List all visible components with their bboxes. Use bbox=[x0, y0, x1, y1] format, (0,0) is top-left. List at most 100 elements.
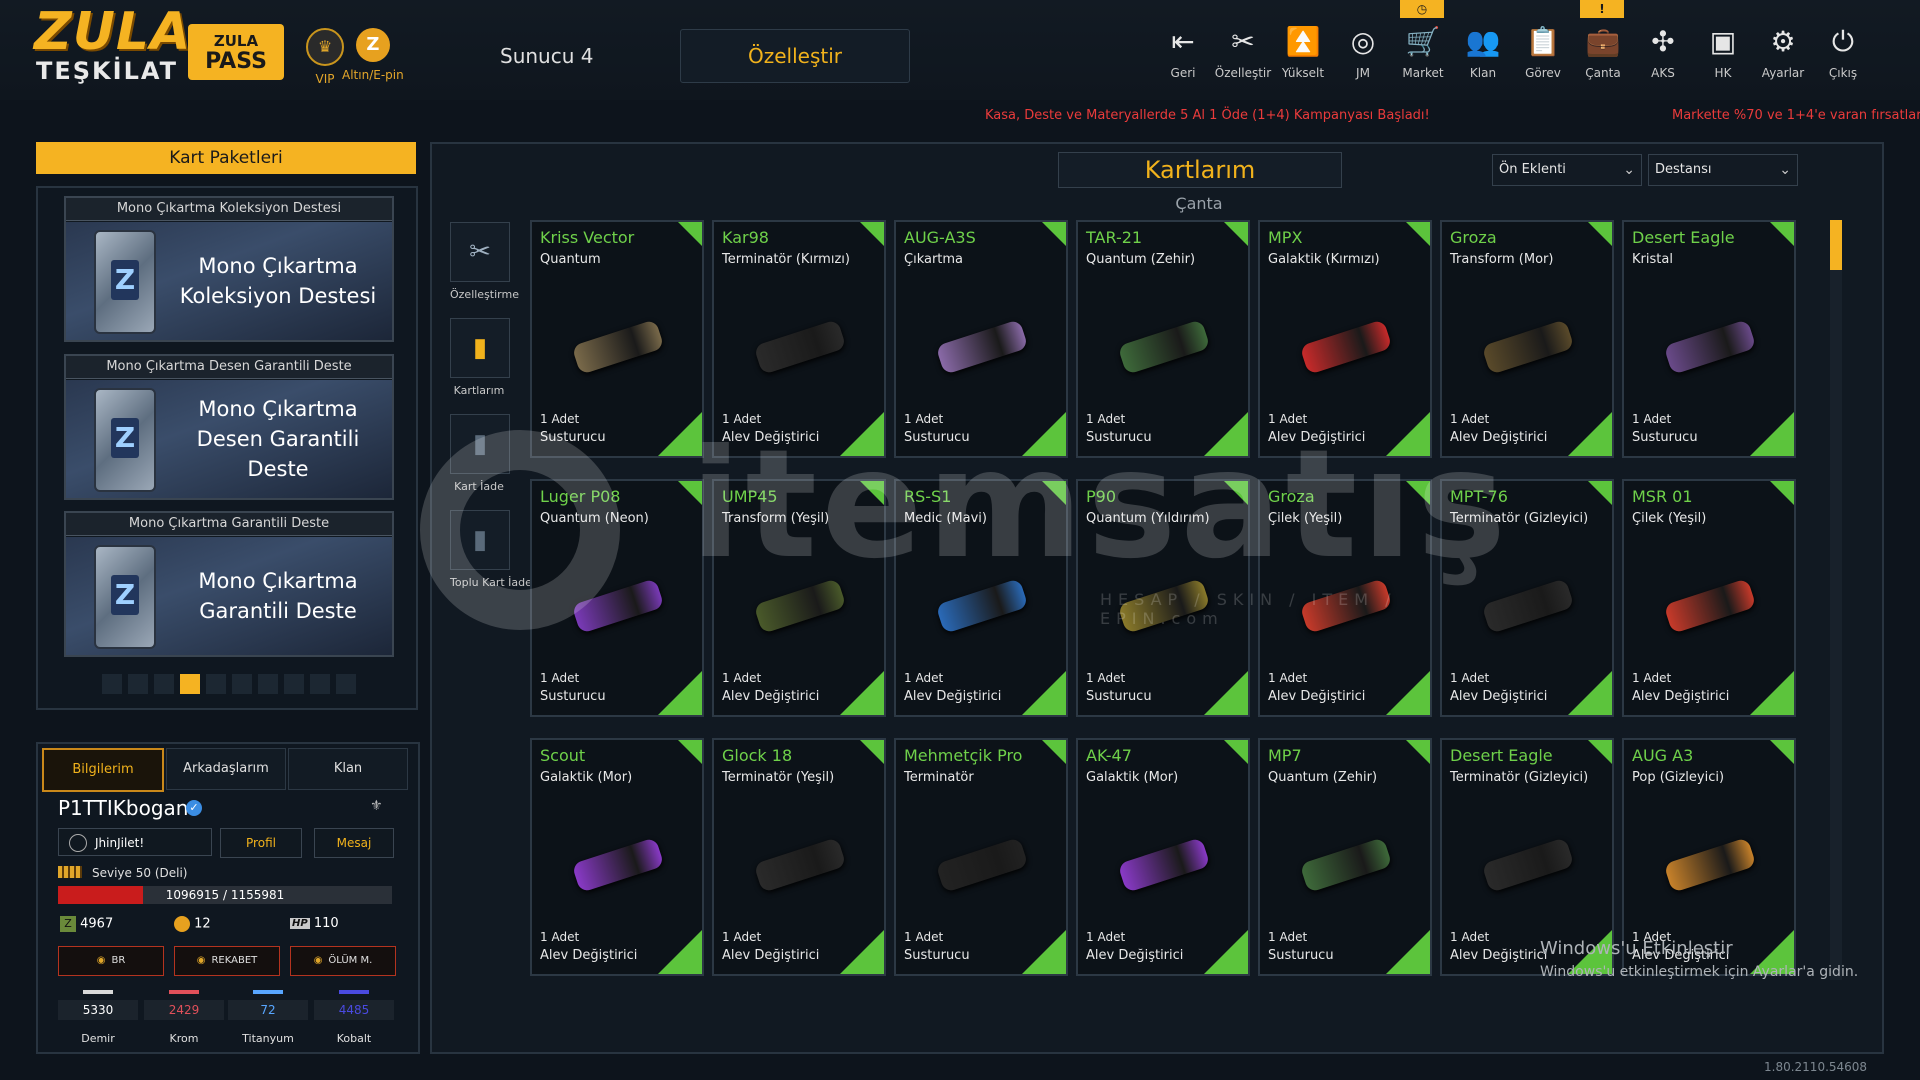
profile-button[interactable]: Profil bbox=[220, 828, 302, 858]
nav-upgrade-button[interactable]: ⏫ Yükselt bbox=[1274, 24, 1332, 80]
attachment-icon bbox=[935, 319, 1029, 375]
pager-dot[interactable] bbox=[102, 674, 122, 694]
pager-dot[interactable] bbox=[284, 674, 304, 694]
status-field[interactable]: JhinJilet! bbox=[58, 828, 212, 856]
skin-card[interactable]: Scout Galaktik (Mor) 1 Adet Alev Değiştiric… bbox=[530, 738, 704, 976]
nav-power-button[interactable]: ⏻ Çıkış bbox=[1814, 24, 1872, 80]
skin-card[interactable]: MSR 01 Çilek (Yeşil) 1 Adet Alev Değiştiric… bbox=[1622, 479, 1796, 717]
hp-currency: HP 110 bbox=[290, 916, 339, 931]
nav-label: AKS bbox=[1651, 66, 1675, 80]
side-customize-button[interactable]: ✂ Özelleştirme bbox=[450, 222, 519, 301]
material-color-bar bbox=[339, 990, 369, 994]
top-bar bbox=[0, 0, 1920, 100]
pager-dot[interactable] bbox=[258, 674, 278, 694]
nav-tools-button[interactable]: ✂ Özelleştir bbox=[1214, 24, 1272, 80]
sort-dropdown[interactable]: Ön Eklenti ⌄ bbox=[1492, 154, 1642, 186]
card-attachment-type: Susturucu bbox=[540, 689, 606, 704]
material-name: Demir bbox=[81, 1032, 115, 1045]
vip-button[interactable]: ♛ VIP bbox=[306, 28, 344, 86]
card-corner-bottom bbox=[1022, 671, 1066, 715]
skin-card[interactable]: Mehmetçik Pro Terminatör 1 Adet Susturucu bbox=[894, 738, 1068, 976]
card-corner-bottom bbox=[1750, 412, 1794, 456]
card-skin-name: Quantum (Zehir) bbox=[1086, 252, 1196, 267]
nav-label: Klan bbox=[1469, 66, 1497, 80]
pager-dot[interactable] bbox=[310, 674, 330, 694]
tab-arkadaslarim[interactable]: Arkadaşlarım bbox=[166, 748, 286, 790]
gear-icon: ⚙ bbox=[1770, 25, 1796, 58]
nav-coins-button[interactable]: ◎ JM bbox=[1334, 24, 1392, 80]
skin-card[interactable]: AK-47 Galaktik (Mor) 1 Adet Alev Değiştiric… bbox=[1076, 738, 1250, 976]
windows-activation-text: Windows'u etkinleştirmek için Ayarlar'a … bbox=[1540, 964, 1859, 980]
page-subtitle: Çanta bbox=[1175, 194, 1223, 213]
ticker-message-2: Markette %70 ve 1+4'e varan fırsatlar b bbox=[1672, 108, 1920, 123]
card-weapon-name: Kriss Vector bbox=[540, 228, 635, 247]
scrollbar-thumb[interactable] bbox=[1830, 220, 1842, 270]
pager-dot[interactable] bbox=[206, 674, 226, 694]
card-attachment-type: Alev Değiştirici bbox=[1632, 689, 1730, 704]
hp-icon: HP bbox=[290, 918, 310, 929]
skin-card[interactable]: MP7 Quantum (Zehir) 1 Adet Susturucu bbox=[1258, 738, 1432, 976]
mode-button[interactable]: ◉ REKABET bbox=[174, 946, 280, 976]
level-icon bbox=[58, 866, 82, 878]
deck-card[interactable]: Mono Çıkartma Koleksiyon Destesi Z Mono Çı… bbox=[64, 196, 394, 342]
server-label: Sunucu 4 bbox=[500, 44, 594, 68]
card-weapon-name: Mehmetçik Pro bbox=[904, 746, 1023, 765]
material-color-bar bbox=[169, 990, 199, 994]
pager-dot[interactable] bbox=[232, 674, 252, 694]
window-icon: ▣ bbox=[1709, 25, 1737, 58]
rarity-dropdown[interactable]: Destansı ⌄ bbox=[1648, 154, 1798, 186]
skin-card[interactable]: Kriss Vector Quantum 1 Adet Susturucu bbox=[530, 220, 704, 458]
deck-caption: Mono Çıkartma Koleksiyon Destesi bbox=[66, 198, 392, 221]
card-corner-top bbox=[1406, 740, 1430, 764]
pager-dot[interactable] bbox=[336, 674, 356, 694]
mode-button[interactable]: ◉ ÖLÜM M. bbox=[290, 946, 396, 976]
nav-clan-button[interactable]: 👥 Klan bbox=[1454, 24, 1512, 80]
tab-klan[interactable]: Klan bbox=[288, 748, 408, 790]
nav-clipboard-button[interactable]: 📋 Görev bbox=[1514, 24, 1572, 80]
scrollbar-track[interactable] bbox=[1830, 220, 1842, 980]
customize-button[interactable]: Özelleştir bbox=[680, 29, 910, 83]
skin-card[interactable]: Glock 18 Terminatör (Yeşil) 1 Adet Alev Değ… bbox=[712, 738, 886, 976]
card-quantity: 1 Adet bbox=[722, 930, 762, 944]
tab-bilgilerim[interactable]: Bilgilerim bbox=[42, 748, 164, 792]
nav-window-button[interactable]: ▣ HK bbox=[1694, 24, 1752, 80]
card-corner-bottom bbox=[658, 930, 702, 974]
pager-dot[interactable] bbox=[180, 674, 200, 694]
nav-cart-button[interactable]: 🛒 Market bbox=[1394, 24, 1452, 80]
clipboard-icon: 📋 bbox=[1525, 25, 1561, 58]
card-corner-bottom bbox=[1204, 671, 1248, 715]
material-name: Krom bbox=[169, 1032, 199, 1045]
card-corner-top bbox=[678, 740, 702, 764]
clan-icon: 👥 bbox=[1465, 25, 1501, 58]
card-corner-top bbox=[860, 222, 884, 246]
nav-label: Yükselt bbox=[1281, 66, 1325, 80]
zula-pass-button[interactable]: ZULA PASS bbox=[188, 24, 284, 80]
nav-crosshair-button[interactable]: ✣ AKS bbox=[1634, 24, 1692, 80]
vip-label: VIP bbox=[315, 72, 335, 86]
material-stat: 5330 Demir bbox=[58, 990, 138, 1045]
coins-icon: ◎ bbox=[1350, 25, 1376, 58]
version-label: 1.80.2110.54608 bbox=[1764, 1060, 1868, 1074]
pager-dot[interactable] bbox=[154, 674, 174, 694]
card-corner-bottom bbox=[658, 671, 702, 715]
card-attachment-type: Susturucu bbox=[1268, 948, 1334, 963]
nav-bag-button[interactable]: 💼 Çanta bbox=[1574, 24, 1632, 80]
gold-epin-button[interactable]: Z Altın/E-pin bbox=[342, 28, 404, 82]
deck-card[interactable]: Mono Çıkartma Desen Garantili Deste Z Mono… bbox=[64, 354, 394, 500]
mode-button[interactable]: ◉ BR bbox=[58, 946, 164, 976]
pager-dot[interactable] bbox=[128, 674, 148, 694]
card-weapon-name: AK-47 bbox=[1086, 746, 1132, 765]
attachment-icon bbox=[1663, 319, 1757, 375]
deck-card[interactable]: Mono Çıkartma Garantili Deste Z Mono Çıkar… bbox=[64, 511, 394, 657]
game-logo: ZULA TEŞKİLAT bbox=[34, 6, 190, 92]
upgrade-icon: ⏫ bbox=[1285, 25, 1321, 58]
message-button[interactable]: Mesaj bbox=[314, 828, 394, 858]
card-corner-bottom bbox=[1204, 930, 1248, 974]
skin-card[interactable]: Desert Eagle Kristal 1 Adet Susturucu bbox=[1622, 220, 1796, 458]
side-my-cards-button[interactable]: ▮ Kartlarım bbox=[450, 318, 510, 397]
card-skin-name: Quantum bbox=[540, 252, 601, 267]
card-skin-name: Terminatör (Yeşil) bbox=[722, 770, 835, 785]
nav-back-button[interactable]: ⇤ Geri bbox=[1154, 24, 1212, 80]
attachment-icon bbox=[1663, 578, 1757, 634]
nav-gear-button[interactable]: ⚙ Ayarlar bbox=[1754, 24, 1812, 80]
